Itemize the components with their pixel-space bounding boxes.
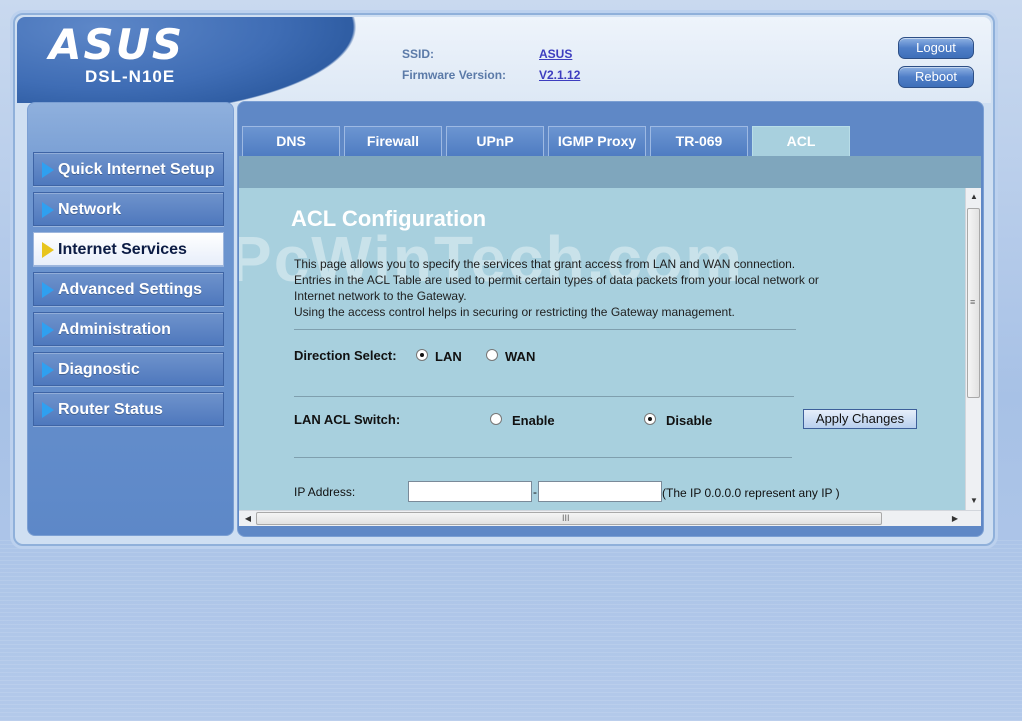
direction-lan-radio[interactable] bbox=[416, 349, 428, 361]
arrow-right-icon bbox=[42, 282, 54, 298]
sidebar: Quick Internet Setup Network Internet Se… bbox=[27, 102, 234, 536]
header: ASUS DSL-N10E SSID: ASUS Firmware Versio… bbox=[17, 17, 991, 103]
acl-disable-radio[interactable] bbox=[644, 413, 656, 425]
apply-changes-button[interactable]: Apply Changes bbox=[803, 409, 917, 429]
sidebar-item-diagnostic[interactable]: Diagnostic bbox=[33, 352, 224, 386]
acl-disable-label: Disable bbox=[666, 413, 713, 428]
logo-area: ASUS DSL-N10E bbox=[17, 17, 377, 103]
horizontal-scrollbar[interactable]: ◀ III ▶ bbox=[239, 510, 981, 526]
acl-enable-radio[interactable] bbox=[490, 413, 502, 425]
page-background-stripes bbox=[0, 540, 1022, 721]
sidebar-item-label: Administration bbox=[58, 321, 171, 338]
arrow-right-icon bbox=[42, 242, 54, 258]
divider bbox=[294, 457, 792, 458]
asus-logo: ASUS bbox=[49, 20, 185, 69]
scroll-up-icon[interactable]: ▲ bbox=[967, 190, 981, 204]
description-line: This page allows you to specify the serv… bbox=[294, 257, 796, 271]
sidebar-item-label: Diagnostic bbox=[58, 361, 140, 378]
acl-enable-label: Enable bbox=[512, 413, 555, 428]
horizontal-scroll-thumb[interactable]: III bbox=[256, 512, 882, 525]
acl-content: PcWinTech.com ACL Configuration This pag… bbox=[239, 188, 965, 510]
description-line: Internet network to the Gateway. bbox=[294, 289, 467, 303]
tab-tr-069[interactable]: TR-069 bbox=[650, 126, 748, 156]
sidebar-item-administration[interactable]: Administration bbox=[33, 312, 224, 346]
scroll-down-icon[interactable]: ▼ bbox=[967, 494, 981, 508]
description-line: Using the access control helps in securi… bbox=[294, 305, 735, 319]
sidebar-item-label: Quick Internet Setup bbox=[58, 161, 215, 178]
arrow-right-icon bbox=[42, 322, 54, 338]
sidebar-item-quick-internet-setup[interactable]: Quick Internet Setup bbox=[33, 152, 224, 186]
sidebar-item-advanced-settings[interactable]: Advanced Settings bbox=[33, 272, 224, 306]
page-description: This page allows you to specify the serv… bbox=[294, 256, 894, 320]
divider bbox=[294, 396, 794, 397]
model-name: DSL-N10E bbox=[85, 67, 176, 86]
grip-icon: ≡ bbox=[970, 297, 976, 307]
direction-wan-label: WAN bbox=[505, 349, 536, 364]
content-header-strip bbox=[239, 156, 981, 188]
direction-wan-radio[interactable] bbox=[486, 349, 498, 361]
tab-acl[interactable]: ACL bbox=[752, 126, 850, 156]
arrow-right-icon bbox=[42, 162, 54, 178]
sidebar-item-internet-services[interactable]: Internet Services bbox=[33, 232, 224, 266]
sidebar-item-label: Network bbox=[58, 201, 122, 218]
page-title: ACL Configuration bbox=[291, 206, 487, 231]
vertical-scroll-thumb[interactable]: ≡ bbox=[967, 208, 980, 398]
sidebar-item-network[interactable]: Network bbox=[33, 192, 224, 226]
ssid-label: SSID: bbox=[402, 47, 435, 61]
grip-icon: III bbox=[562, 513, 570, 523]
router-ui-frame: ASUS DSL-N10E SSID: ASUS Firmware Versio… bbox=[13, 13, 995, 546]
lan-acl-switch-label: LAN ACL Switch: bbox=[294, 412, 401, 427]
reboot-button[interactable]: Reboot bbox=[898, 66, 974, 88]
ssid-value-link[interactable]: ASUS bbox=[539, 47, 572, 61]
arrow-right-icon bbox=[42, 402, 54, 418]
scroll-left-icon[interactable]: ◀ bbox=[241, 512, 255, 526]
scroll-right-icon[interactable]: ▶ bbox=[948, 512, 962, 526]
tab-igmp-proxy[interactable]: IGMP Proxy bbox=[548, 126, 646, 156]
direction-select-label: Direction Select: bbox=[294, 348, 397, 363]
arrow-right-icon bbox=[42, 362, 54, 378]
tab-firewall[interactable]: Firewall bbox=[344, 126, 442, 156]
ip-range-separator: - bbox=[533, 485, 537, 499]
tab-bar: DNS Firewall UPnP IGMP Proxy TR-069 ACL bbox=[242, 126, 982, 156]
firmware-value-link[interactable]: V2.1.12 bbox=[539, 68, 580, 82]
tab-dns[interactable]: DNS bbox=[242, 126, 340, 156]
divider bbox=[294, 329, 796, 330]
ip-note: (The IP 0.0.0.0 represent any IP ) bbox=[662, 486, 840, 500]
arrow-right-icon bbox=[42, 202, 54, 218]
sidebar-item-label: Internet Services bbox=[58, 241, 187, 258]
sidebar-item-label: Advanced Settings bbox=[58, 281, 203, 298]
logout-button[interactable]: Logout bbox=[898, 37, 974, 59]
sidebar-item-label: Router Status bbox=[58, 401, 163, 418]
ip-start-input[interactable] bbox=[408, 481, 532, 502]
description-line: Entries in the ACL Table are used to per… bbox=[294, 273, 819, 287]
tab-upnp[interactable]: UPnP bbox=[446, 126, 544, 156]
vertical-scrollbar[interactable]: ▲ ≡ ▼ bbox=[965, 188, 981, 510]
ip-address-label: IP Address: bbox=[294, 485, 356, 499]
ip-end-input[interactable] bbox=[538, 481, 662, 502]
main-panel: DNS Firewall UPnP IGMP Proxy TR-069 ACL … bbox=[237, 101, 984, 537]
firmware-label: Firmware Version: bbox=[402, 68, 507, 82]
direction-lan-label: LAN bbox=[435, 349, 462, 364]
sidebar-item-router-status[interactable]: Router Status bbox=[33, 392, 224, 426]
